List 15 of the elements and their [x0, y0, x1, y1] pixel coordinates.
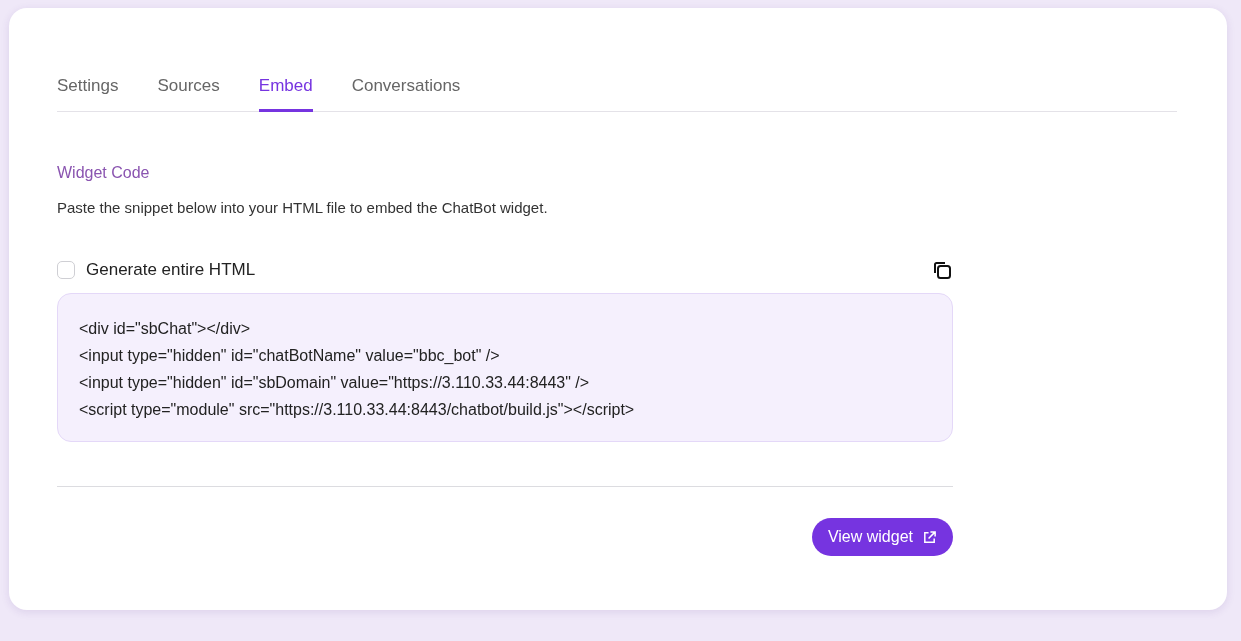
view-widget-button[interactable]: View widget	[811, 518, 953, 556]
code-line: <input type="hidden" id="sbDomain" value="https://3.110.33.44:8443" />	[79, 373, 591, 393]
external-link-icon	[922, 529, 937, 545]
copy-icon[interactable]	[932, 260, 952, 280]
tab[interactable]: Settings	[57, 72, 119, 112]
code-line: <div id="sbChat"></div>	[79, 319, 252, 339]
section-description: Paste the snippet below into your HTML file to embed the ChatBot widget.	[57, 199, 549, 216]
code-line: <script type="module" src="https://3.110.33.44:8443/chatbot/build.js"></script>	[79, 400, 636, 420]
tab[interactable]: Conversations	[351, 72, 461, 112]
checkbox[interactable]	[57, 261, 75, 279]
checkbox-label: Generate entire HTML	[86, 260, 256, 280]
section-title: Widget Code	[57, 164, 151, 182]
tab[interactable]: Sources	[157, 72, 220, 112]
tab[interactable]: Embed	[258, 72, 313, 112]
code-line: <input type="hidden" id="chatBotName" value="bbc_bot" />	[79, 346, 501, 366]
